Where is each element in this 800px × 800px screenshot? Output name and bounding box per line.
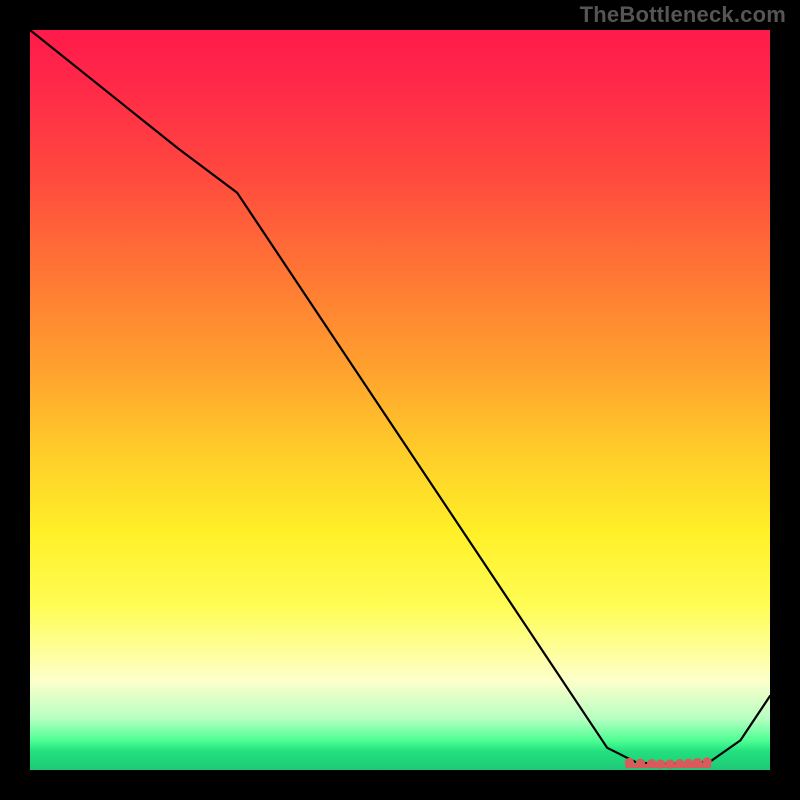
plot-area xyxy=(30,30,770,770)
watermark-text: TheBottleneck.com xyxy=(580,2,786,28)
optimal-range-markers xyxy=(625,758,711,769)
bottleneck-curve xyxy=(30,30,770,764)
chart-svg xyxy=(30,30,770,770)
chart-frame: TheBottleneck.com xyxy=(0,0,800,800)
